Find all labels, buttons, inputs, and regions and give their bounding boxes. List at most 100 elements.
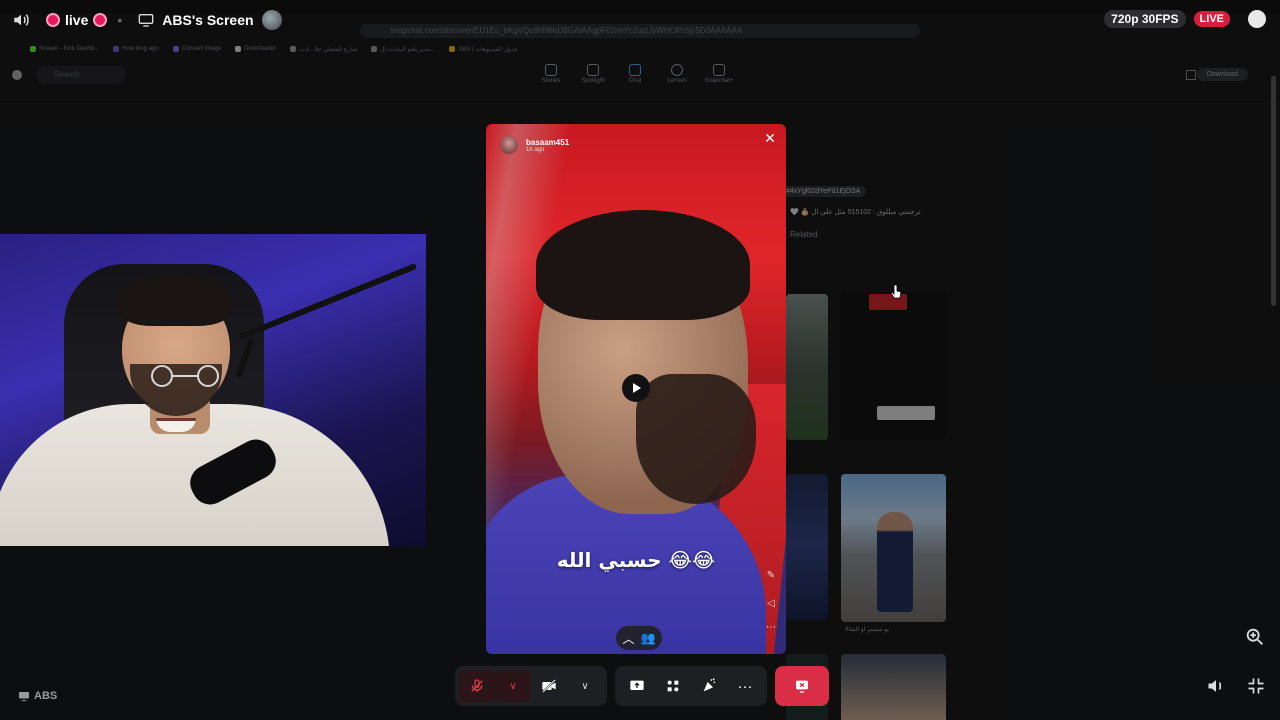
clock-icon xyxy=(113,46,120,52)
mute-icon[interactable]: ◁ xyxy=(764,598,778,612)
page-scrollbar[interactable] xyxy=(1271,76,1276,306)
user-tag: ABS xyxy=(18,690,57,702)
related-thumb[interactable] xyxy=(786,294,828,440)
activities-button[interactable] xyxy=(655,670,691,702)
zoom-in-icon[interactable] xyxy=(1244,626,1266,648)
kick-icon xyxy=(30,46,36,52)
grid-icon[interactable] xyxy=(1186,70,1196,80)
bookmarks-bar: Stream - Kick Dashb... How long ago Conv… xyxy=(0,42,1280,56)
doc-icon xyxy=(371,46,378,52)
bookmark[interactable]: Convert Image xyxy=(172,46,221,52)
mouse-cursor-icon xyxy=(890,284,902,299)
snap-viewer[interactable]: basaam451 1h ago ✕ حسبي الله 😂😂 ✎ ◁ ⋯ ︿ … xyxy=(486,124,786,654)
snap-caption: حسبي الله 😂😂 xyxy=(556,548,716,572)
glasses xyxy=(151,365,219,387)
snap-author[interactable]: basaam451 1h ago xyxy=(500,136,569,154)
quality-badge: 720p 30FPS xyxy=(1104,10,1186,28)
view-controls xyxy=(1206,676,1266,696)
snap-person-hair xyxy=(536,210,750,320)
nav-lenses[interactable]: Lenses xyxy=(666,64,688,84)
mic-muted-button[interactable] xyxy=(459,670,495,702)
bookmark[interactable]: Downloader xyxy=(235,46,276,52)
exit-fullscreen-icon[interactable] xyxy=(1246,676,1266,696)
play-icon xyxy=(587,64,599,76)
bookmark[interactable]: مدير يلغو البيانات ال... xyxy=(371,46,435,53)
screen-share-icon xyxy=(630,680,644,690)
stream-status: 720p 30FPS LIVE xyxy=(1104,10,1266,28)
share-group: ··· xyxy=(615,666,767,706)
stop-stream-icon xyxy=(796,680,808,693)
chevron-up-icon[interactable]: ︿ xyxy=(623,630,635,647)
image-icon xyxy=(172,46,179,52)
link-icon[interactable]: ✎ xyxy=(764,570,778,584)
separator: • xyxy=(117,12,123,28)
live-dot-icon xyxy=(46,13,60,27)
doc-icon xyxy=(290,46,297,52)
ghost-plus-icon xyxy=(713,64,725,76)
volume-icon[interactable] xyxy=(1206,676,1226,696)
camera-off-icon xyxy=(542,679,556,693)
nav-snapchat-plus[interactable]: Snapchat+ xyxy=(705,64,733,84)
camera-options-chevron[interactable]: ∨ xyxy=(567,670,603,702)
close-icon[interactable]: ✕ xyxy=(762,130,778,146)
related-thumb[interactable] xyxy=(841,654,946,720)
mic-off-icon xyxy=(471,679,483,692)
snap-timestamp: 1h ago xyxy=(526,146,545,153)
camera-off-button[interactable] xyxy=(531,670,567,702)
nav-chat[interactable]: Chat xyxy=(624,64,646,84)
nav-spotlight[interactable]: Spotlight xyxy=(581,64,605,84)
hashtag-chip[interactable]: #4xYgl02dYePd1EjOSA xyxy=(780,186,867,197)
play-button[interactable] xyxy=(622,374,650,402)
call-controls: ∨ ∨ ··· xyxy=(455,666,829,706)
story-description: 🤍 🎂 ترجمتي مبللوق : 515102 مثل على ال xyxy=(790,209,921,216)
live-dot-icon xyxy=(93,13,108,27)
bookmark[interactable]: How long ago xyxy=(113,46,159,52)
nav-stories[interactable]: Stories xyxy=(540,64,562,84)
download-icon xyxy=(235,46,242,52)
snap-bottom-bar[interactable]: ︿ 👥 xyxy=(616,626,662,650)
stream-view: snapchat.com/discover/EU1Ec_bKgVQu9hN6td… xyxy=(0,0,1280,720)
more-button[interactable]: ··· xyxy=(727,670,763,702)
soundboard-button[interactable] xyxy=(691,670,727,702)
speaker-icon[interactable] xyxy=(10,9,32,31)
screen-share-icon xyxy=(138,14,154,27)
live-badge: LIVE xyxy=(1193,11,1230,27)
avatar[interactable] xyxy=(500,136,518,154)
related-thumb[interactable] xyxy=(786,474,828,620)
related-tab[interactable]: Related xyxy=(790,230,818,239)
lens-icon xyxy=(671,64,683,76)
bookmark[interactable]: شارع الشعلي جلا - ادب xyxy=(290,46,357,53)
mic-options-chevron[interactable]: ∨ xyxy=(495,670,531,702)
webcam-feed xyxy=(0,234,426,546)
thumb-overlay xyxy=(877,406,935,420)
snap-person-beard xyxy=(636,374,756,504)
call-topbar: live • ABS's Screen 720p 30FPS LIVE xyxy=(0,0,1280,40)
screen-share-button[interactable] xyxy=(619,670,655,702)
bookmark[interactable]: ABS | جدول الفيديوهات xyxy=(449,46,518,53)
related-thumb[interactable] xyxy=(841,474,946,622)
snap-username[interactable]: basaam451 xyxy=(526,138,569,147)
more-icon[interactable]: ⋯ xyxy=(764,622,778,636)
screen-icon xyxy=(19,692,29,701)
friends-icon[interactable]: 👥 xyxy=(641,631,656,645)
download-button[interactable]: Download xyxy=(1196,68,1248,81)
bookmark[interactable]: Stream - Kick Dashb... xyxy=(30,46,99,52)
site-nav: Stories Spotlight Chat Lenses Snapchat+ xyxy=(540,64,733,84)
mic-group: ∨ ∨ xyxy=(455,666,607,706)
stream-title: ABS's Screen xyxy=(138,10,282,30)
soundboard-icon xyxy=(703,678,716,692)
ghost-icon[interactable] xyxy=(12,70,22,80)
mic-arm xyxy=(238,263,418,340)
activities-icon xyxy=(667,680,679,692)
play-icon xyxy=(633,383,641,393)
chat-icon[interactable] xyxy=(1248,10,1266,28)
site-search-input[interactable]: Search xyxy=(36,66,126,84)
related-thumb[interactable] xyxy=(841,292,946,440)
live-indicator: live xyxy=(46,12,108,28)
avatar xyxy=(261,10,282,30)
end-stream-button[interactable] xyxy=(775,666,829,706)
person-hair xyxy=(118,274,232,326)
chat-icon xyxy=(629,64,641,76)
thumb-caption: يو سيسر او الشالا xyxy=(845,627,889,633)
folder-icon xyxy=(449,46,456,52)
